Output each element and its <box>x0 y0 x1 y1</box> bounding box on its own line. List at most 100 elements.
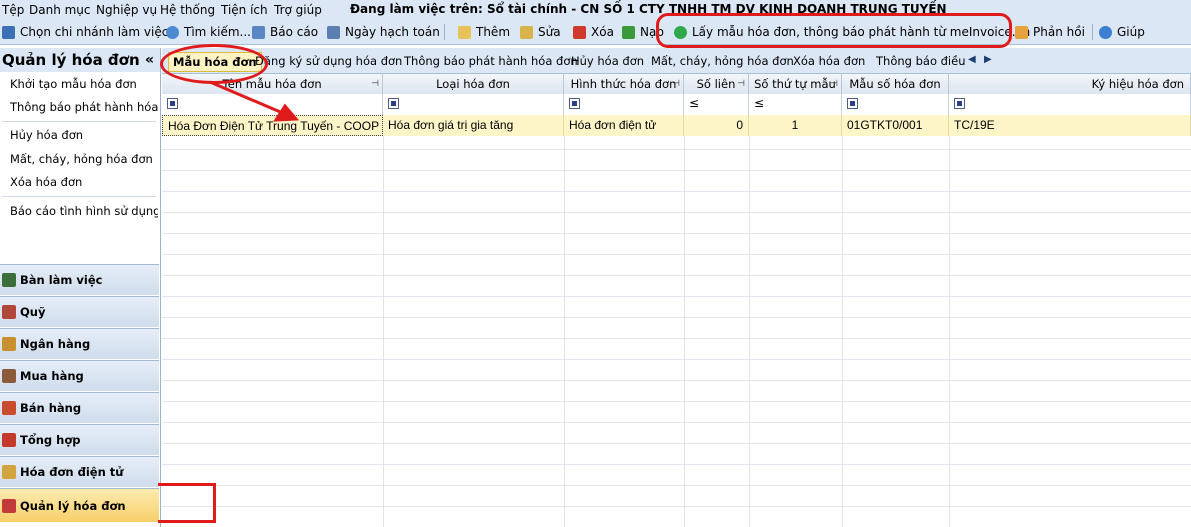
filter-cell[interactable] <box>162 94 383 115</box>
module-sales[interactable]: Bán hàng <box>0 392 159 423</box>
tab-registration[interactable]: Đăng ký sử dụng hóa đơn <box>255 54 402 68</box>
cell-copies[interactable]: 0 <box>684 115 749 136</box>
report-button[interactable]: Báo cáo <box>252 24 318 40</box>
column-line <box>383 136 384 527</box>
report-icon <box>252 25 265 39</box>
module-purchase[interactable]: Mua hàng <box>0 360 159 391</box>
feedback-button[interactable]: Phản hồi <box>1015 24 1085 40</box>
cash-icon <box>2 305 16 319</box>
filter-cell[interactable]: ≤ <box>749 94 842 115</box>
tab-issue-notice[interactable]: Thông báo phát hành hóa đơn <box>404 54 578 68</box>
nav-delete-invoice[interactable]: Xóa hóa đơn <box>10 175 158 189</box>
invoice-template-grid: Tên mẫu hóa đơn ⊣ Loại hóa đơn Hình thức … <box>162 74 1191 527</box>
menu-system[interactable]: Hệ thống <box>160 3 215 17</box>
col-header-label: Hình thức hóa đơn <box>570 77 677 91</box>
col-header-copies[interactable]: Số liên ⊣ <box>684 74 749 94</box>
posting-date-button[interactable]: Ngày hạch toán <box>327 24 440 40</box>
filter-cell[interactable] <box>949 94 1191 115</box>
col-header-label: Số liên <box>696 77 736 91</box>
invoice-management-icon <box>2 498 16 513</box>
column-line <box>749 136 750 527</box>
workspace-title: Đang làm việc trên: Sổ tài chính - CN SỐ… <box>350 2 947 16</box>
nav-usage-report[interactable]: Báo cáo tình hình sử dụng... <box>10 204 158 218</box>
filter-cell[interactable] <box>564 94 684 115</box>
col-header-order[interactable]: Số thứ tự mẫu ⊣ <box>749 74 842 94</box>
module-invoice-management[interactable]: Quản lý hóa đơn <box>0 488 159 522</box>
module-general[interactable]: Tổng hợp <box>0 424 159 455</box>
filter-condition-icon[interactable] <box>954 98 965 109</box>
tab-cancel[interactable]: Hủy hóa đơn <box>571 54 644 68</box>
choose-branch-button[interactable]: Chọn chi nhánh làm việc <box>2 24 168 40</box>
bank-icon <box>2 337 16 351</box>
module-label: Bàn làm việc <box>20 273 103 287</box>
table-row[interactable]: Hóa Đơn Điện Tử Trung Tuyến - COOP Hóa đ… <box>162 115 1191 136</box>
divider <box>2 196 156 197</box>
nav-cancel-invoice[interactable]: Hủy hóa đơn <box>10 128 158 142</box>
nav-label: Báo cáo tình hình sử dụng... <box>10 204 158 218</box>
cell-type[interactable]: Hóa đơn giá trị gia tăng <box>383 115 564 136</box>
cell-form-number[interactable]: 01GTKT0/001 <box>842 115 949 136</box>
module-label: Hóa đơn điện tử <box>20 465 124 479</box>
module-label: Ngân hàng <box>20 337 91 351</box>
fetch-template-button[interactable]: Lấy mẫu hóa đơn, thông báo phát hành từ … <box>674 24 1030 40</box>
delete-button[interactable]: Xóa <box>573 24 614 40</box>
cell-name[interactable]: Hóa Đơn Điện Tử Trung Tuyến - COOP <box>162 115 383 136</box>
cell-form[interactable]: Hóa đơn điện tử <box>564 115 684 136</box>
collapse-icon[interactable]: « <box>145 48 154 72</box>
menu-file[interactable]: Tệp <box>2 3 24 17</box>
search-icon <box>166 25 179 39</box>
search-button[interactable]: Tìm kiếm... <box>166 24 251 40</box>
tab-scroll-left-icon[interactable]: ◀ <box>968 54 976 65</box>
cell-symbol[interactable]: TC/19E <box>949 115 1191 136</box>
col-header-symbol[interactable]: Ký hiệu hóa đơn <box>949 74 1191 94</box>
nav-lost-invoice[interactable]: Mất, cháy, hỏng hóa đơn <box>10 152 158 166</box>
tab-lost[interactable]: Mất, cháy, hỏng hóa đơn <box>651 54 794 68</box>
toolbar-divider <box>1092 24 1093 40</box>
posting-date-label: Ngày hạch toán <box>345 25 440 39</box>
col-header-name[interactable]: Tên mẫu hóa đơn ⊣ <box>162 74 383 94</box>
filter-condition-icon[interactable] <box>569 98 580 109</box>
nav-create-template[interactable]: Khởi tạo mẫu hóa đơn <box>10 77 158 91</box>
pin-icon[interactable]: ⊣ <box>371 74 379 94</box>
tab-scroll-right-icon[interactable]: ▶ <box>984 54 992 65</box>
tab-adjust-notice[interactable]: Thông báo điều ch <box>876 54 966 68</box>
module-e-invoice[interactable]: Hóa đơn điện tử <box>0 456 159 487</box>
filter-cell[interactable] <box>842 94 949 115</box>
col-header-form-number[interactable]: Mẫu số hóa đơn <box>842 74 949 94</box>
pin-icon[interactable]: ⊣ <box>737 74 745 94</box>
edit-button[interactable]: Sửa <box>520 24 561 40</box>
filter-condition-icon[interactable] <box>388 98 399 109</box>
mail-icon <box>1015 25 1028 39</box>
tab-delete[interactable]: Xóa hóa đơn <box>793 54 865 68</box>
filter-operator[interactable]: ≤ <box>754 96 764 110</box>
col-header-label: Số thứ tự mẫu <box>754 77 836 91</box>
menu-utilities[interactable]: Tiện ích <box>221 3 268 17</box>
col-header-label: Mẫu số hóa đơn <box>849 77 941 91</box>
pin-icon[interactable]: ⊣ <box>830 74 838 94</box>
filter-row: ≤ ≤ <box>162 94 1191 116</box>
filter-condition-icon[interactable] <box>847 98 858 109</box>
module-cash[interactable]: Quỹ <box>0 296 159 327</box>
filter-cell[interactable]: ≤ <box>684 94 749 115</box>
nav-issue-notice[interactable]: Thông báo phát hành hóa đ... <box>10 100 158 114</box>
module-label: Mua hàng <box>20 369 84 383</box>
filter-operator[interactable]: ≤ <box>689 96 699 110</box>
module-bank[interactable]: Ngân hàng <box>0 328 159 359</box>
tab-invoice-template[interactable]: Mẫu hóa đơn <box>168 52 262 72</box>
menu-help[interactable]: Trợ giúp <box>274 3 322 17</box>
load-button[interactable]: Nạp <box>622 24 664 40</box>
help-button[interactable]: Giúp <box>1099 24 1145 40</box>
col-header-type[interactable]: Loại hóa đơn <box>383 74 564 94</box>
edit-icon <box>520 25 533 39</box>
cell-order[interactable]: 1 <box>749 115 842 136</box>
col-header-form[interactable]: Hình thức hóa đơn ⊣ <box>564 74 684 94</box>
pin-icon[interactable]: ⊣ <box>672 74 680 94</box>
menu-catalog[interactable]: Danh mục <box>29 3 91 17</box>
filter-condition-icon[interactable] <box>167 98 178 109</box>
e-invoice-icon <box>2 465 16 479</box>
module-desktop[interactable]: Bàn làm việc <box>0 264 159 295</box>
filter-cell[interactable] <box>383 94 564 115</box>
menu-operations[interactable]: Nghiệp vụ <box>96 3 157 17</box>
general-ledger-icon <box>2 433 16 447</box>
add-button[interactable]: Thêm <box>458 24 510 40</box>
